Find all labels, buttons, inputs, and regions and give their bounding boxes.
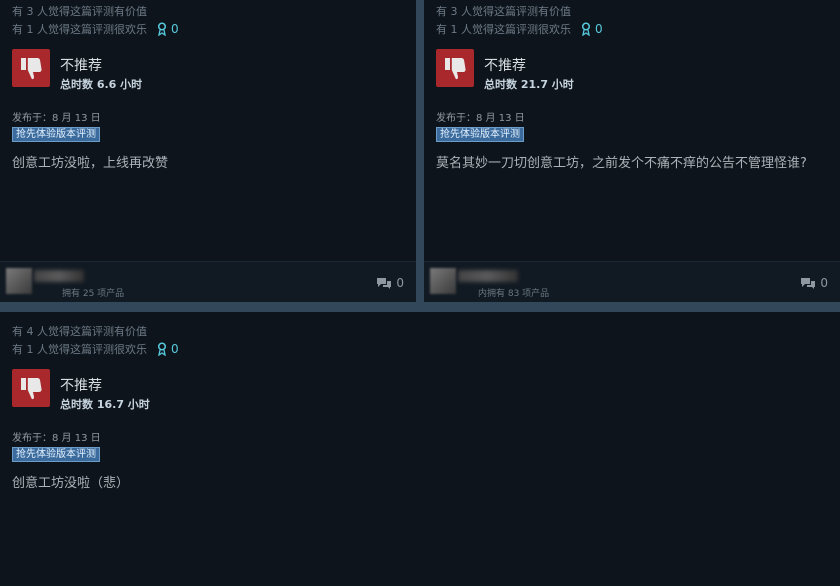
award-count: 0 — [171, 22, 179, 36]
comments-button[interactable]: 0 — [376, 276, 404, 290]
thumbs-down-icon[interactable] — [436, 49, 474, 87]
comment-icon — [801, 277, 816, 289]
funny-row: 有 1 人觉得这篇评测很欢乐 0 — [12, 21, 179, 37]
helpful-count: 有 3 人觉得这篇评测有价值 — [436, 5, 571, 18]
award-count: 0 — [595, 22, 603, 36]
products-owned: 内拥有 83 项产品 — [478, 289, 550, 299]
comments-button[interactable]: 0 — [800, 276, 828, 290]
review-verdict[interactable]: 不推荐 — [60, 375, 102, 395]
review-card: 有 3 人觉得这篇评测有价值 有 1 人觉得这篇评测很欢乐 0 不推荐 总时数 … — [424, 0, 840, 302]
posted-date: 发布于：8 月 13 日 — [12, 433, 101, 444]
comment-count: 0 — [820, 276, 828, 290]
review-verdict[interactable]: 不推荐 — [60, 55, 102, 75]
products-owned: 拥有 25 项产品 — [62, 289, 125, 299]
username[interactable] — [458, 270, 518, 282]
review-footer: 拥有 25 项产品 0 — [0, 261, 416, 302]
posted-date: 发布于：8 月 13 日 — [12, 113, 101, 124]
review-text: 创意工坊没啦（悲） — [12, 476, 130, 491]
funny-count: 有 1 人觉得这篇评测很欢乐 — [436, 23, 571, 36]
helpful-count: 有 4 人觉得这篇评测有价值 — [12, 325, 147, 338]
posted-date: 发布于：8 月 13 日 — [436, 113, 525, 124]
avatar[interactable] — [430, 268, 456, 294]
comment-icon — [377, 277, 392, 289]
funny-row: 有 1 人觉得这篇评测很欢乐 0 — [12, 341, 179, 357]
username[interactable] — [34, 270, 84, 282]
review-verdict[interactable]: 不推荐 — [484, 55, 526, 75]
early-access-badge: 抢先体验版本评测 — [12, 447, 100, 462]
thumbs-down-icon[interactable] — [12, 49, 50, 87]
award-button[interactable]: 0 — [157, 22, 179, 36]
award-button[interactable]: 0 — [157, 342, 179, 356]
thumbs-down-icon[interactable] — [12, 369, 50, 407]
review-card: 有 4 人觉得这篇评测有价值 有 1 人觉得这篇评测很欢乐 0 不推荐 总时数 … — [0, 312, 840, 586]
early-access-badge: 抢先体验版本评测 — [436, 127, 524, 142]
review-footer: 内拥有 83 项产品 0 — [424, 261, 840, 302]
review-card: 有 3 人觉得这篇评测有价值 有 1 人觉得这篇评测很欢乐 0 不推荐 总时数 … — [0, 0, 416, 302]
early-access-badge: 抢先体验版本评测 — [12, 127, 100, 142]
award-icon — [157, 342, 167, 356]
avatar[interactable] — [6, 268, 32, 294]
funny-row: 有 1 人觉得这篇评测很欢乐 0 — [436, 21, 603, 37]
award-count: 0 — [171, 342, 179, 356]
award-icon — [581, 22, 591, 36]
comment-count: 0 — [396, 276, 404, 290]
review-text: 创意工坊没啦，上线再改赞 — [12, 156, 169, 171]
funny-count: 有 1 人觉得这篇评测很欢乐 — [12, 343, 147, 356]
helpful-count: 有 3 人觉得这篇评测有价值 — [12, 5, 147, 18]
playtime: 总时数 6.6 小时 — [60, 78, 143, 91]
award-icon — [157, 22, 167, 36]
funny-count: 有 1 人觉得这篇评测很欢乐 — [12, 23, 147, 36]
review-text: 莫名其妙一刀切创意工坊，之前发个不痛不痒的公告不管理怪谁? — [436, 156, 807, 171]
playtime: 总时数 16.7 小时 — [60, 398, 150, 411]
playtime: 总时数 21.7 小时 — [484, 78, 574, 91]
award-button[interactable]: 0 — [581, 22, 603, 36]
